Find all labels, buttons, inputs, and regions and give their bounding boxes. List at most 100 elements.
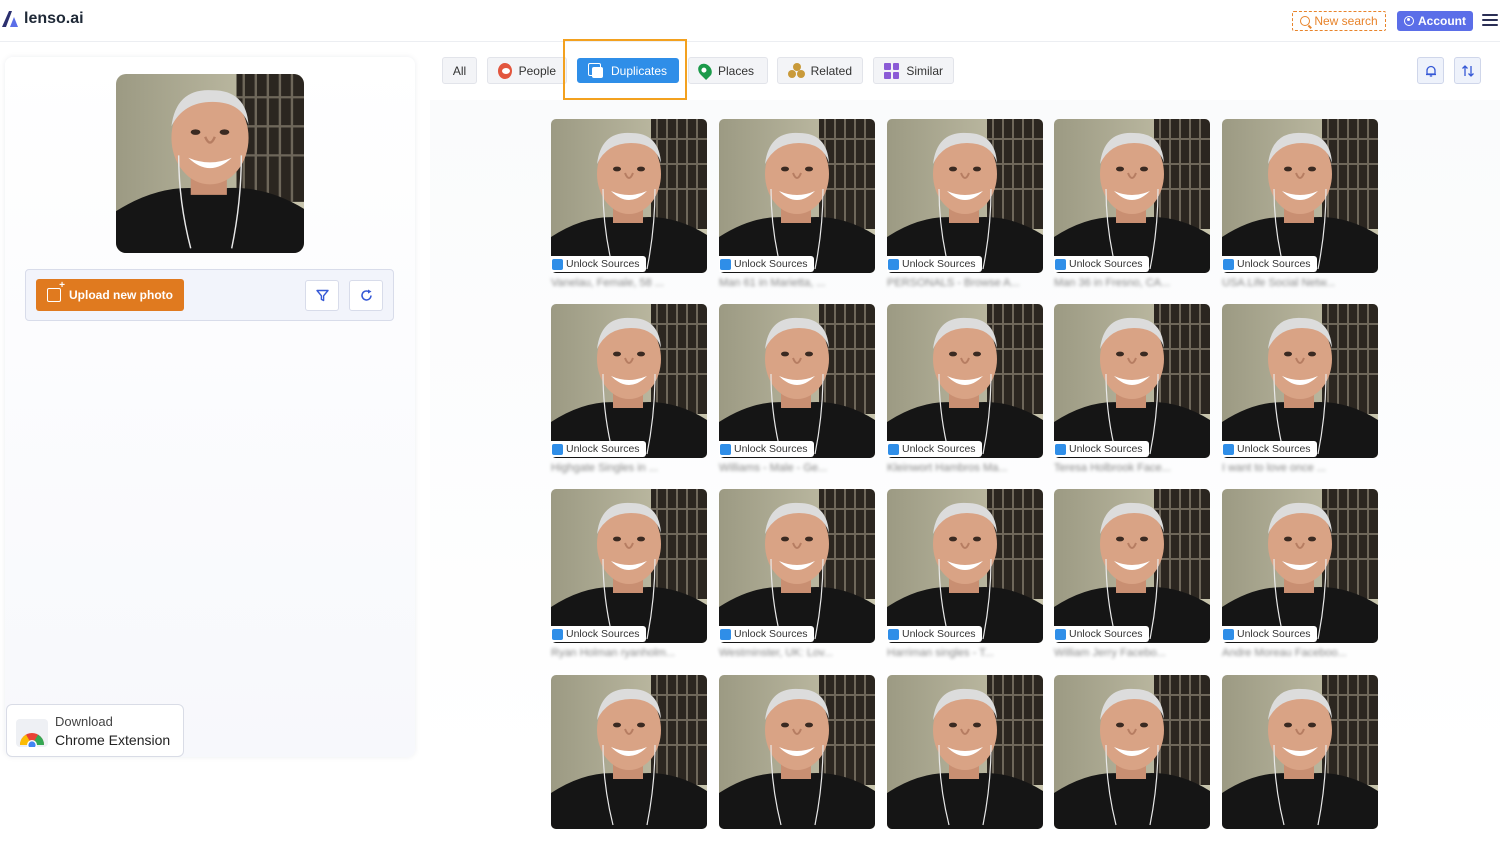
result-photo[interactable]: [1222, 675, 1378, 829]
result-card[interactable]: Unlock Sources Williams - Male - Ge...: [719, 304, 875, 479]
filter-button[interactable]: [305, 280, 339, 311]
unlock-sources-badge[interactable]: Unlock Sources: [1054, 441, 1149, 457]
result-card[interactable]: Unlock Sources William Jerry Facebo...: [1054, 489, 1210, 664]
unlock-sources-badge[interactable]: Unlock Sources: [1054, 256, 1149, 272]
duplicates-icon: [1223, 443, 1234, 455]
result-card[interactable]: [551, 675, 707, 850]
result-photo[interactable]: [1222, 489, 1378, 643]
result-card[interactable]: [887, 675, 1043, 850]
tab-similar[interactable]: Similar: [873, 57, 954, 84]
chrome-extension-banner[interactable]: Download Chrome Extension: [6, 704, 184, 757]
result-photo[interactable]: [551, 304, 707, 458]
result-photo[interactable]: [887, 489, 1043, 643]
unlock-sources-label: Unlock Sources: [566, 443, 640, 455]
result-photo[interactable]: [1054, 489, 1210, 643]
query-panel: Upload new photo: [5, 57, 415, 757]
person-photo-icon: [1222, 304, 1378, 458]
result-card[interactable]: [1054, 675, 1210, 850]
tab-related[interactable]: Related: [777, 57, 863, 84]
result-card[interactable]: Unlock Sources Westminster, UK: Lov...: [719, 489, 875, 664]
person-photo-icon: [551, 675, 707, 829]
unlock-sources-badge[interactable]: Unlock Sources: [887, 626, 982, 642]
result-photo[interactable]: [1054, 675, 1210, 829]
result-card[interactable]: Unlock Sources Man 61 in Marietta, ...: [719, 119, 875, 294]
refresh-icon: [360, 289, 372, 301]
result-card[interactable]: Unlock Sources Vanelau, Female, 58 ...: [551, 119, 707, 294]
result-photo[interactable]: [551, 675, 707, 829]
person-photo-icon: [1054, 675, 1210, 829]
unlock-sources-label: Unlock Sources: [1237, 628, 1311, 640]
unlock-sources-label: Unlock Sources: [566, 628, 640, 640]
sort-button[interactable]: [1454, 57, 1481, 84]
unlock-sources-badge[interactable]: Unlock Sources: [719, 626, 814, 642]
logo[interactable]: lenso.ai: [2, 10, 84, 28]
unlock-sources-label: Unlock Sources: [1069, 628, 1143, 640]
result-card[interactable]: [1222, 675, 1378, 850]
unlock-sources-badge[interactable]: Unlock Sources: [1054, 626, 1149, 642]
person-photo-icon: [1054, 304, 1210, 458]
result-card[interactable]: Unlock Sources Andre Moreau Faceboo...: [1222, 489, 1378, 664]
duplicates-icon: [888, 628, 899, 640]
duplicates-icon: [1223, 628, 1234, 640]
result-card[interactable]: Unlock Sources Man 36 in Fresno, CA...: [1054, 119, 1210, 294]
new-search-button[interactable]: New search: [1292, 11, 1386, 31]
unlock-sources-label: Unlock Sources: [902, 258, 976, 270]
tab-duplicates[interactable]: Duplicates: [577, 58, 679, 83]
unlock-sources-badge[interactable]: Unlock Sources: [551, 256, 646, 272]
hamburger-menu-icon[interactable]: [1482, 14, 1498, 26]
result-card[interactable]: Unlock Sources I want to love once ...: [1222, 304, 1378, 479]
result-photo[interactable]: [1054, 304, 1210, 458]
unlock-sources-label: Unlock Sources: [1237, 443, 1311, 455]
tab-places-label: Places: [718, 63, 755, 78]
tab-all[interactable]: All: [442, 57, 477, 84]
result-photo[interactable]: [1222, 304, 1378, 458]
result-photo[interactable]: [551, 489, 707, 643]
alert-button[interactable]: [1417, 57, 1444, 84]
upload-label: Upload new photo: [69, 288, 173, 302]
result-card[interactable]: Unlock Sources PERSONALS - Browse A...: [887, 119, 1043, 294]
result-card[interactable]: Unlock Sources Harriman singles - T...: [887, 489, 1043, 664]
unlock-sources-badge[interactable]: Unlock Sources: [719, 256, 814, 272]
result-photo[interactable]: [719, 119, 875, 273]
unlock-sources-label: Unlock Sources: [902, 443, 976, 455]
tab-places[interactable]: Places: [688, 57, 768, 84]
result-photo[interactable]: [887, 119, 1043, 273]
result-photo[interactable]: [1222, 119, 1378, 273]
result-card[interactable]: Unlock Sources Kleinwort Hambros Ma...: [887, 304, 1043, 479]
unlock-sources-badge[interactable]: Unlock Sources: [1222, 626, 1317, 642]
unlock-sources-badge[interactable]: Unlock Sources: [887, 256, 982, 272]
upload-new-photo-button[interactable]: Upload new photo: [36, 279, 184, 311]
unlock-sources-badge[interactable]: Unlock Sources: [1222, 256, 1317, 272]
unlock-sources-badge[interactable]: Unlock Sources: [551, 626, 646, 642]
result-photo[interactable]: [551, 119, 707, 273]
sort-icon: [1461, 64, 1474, 77]
person-photo-icon: [719, 489, 875, 643]
unlock-sources-badge[interactable]: Unlock Sources: [719, 441, 814, 457]
unlock-sources-badge[interactable]: Unlock Sources: [1222, 441, 1317, 457]
similar-icon: [884, 62, 900, 79]
result-photo[interactable]: [887, 304, 1043, 458]
result-card[interactable]: Unlock Sources USA.Life Social Netw...: [1222, 119, 1378, 294]
result-photo[interactable]: [719, 304, 875, 458]
refresh-button[interactable]: [349, 280, 383, 311]
result-photo[interactable]: [719, 675, 875, 829]
result-caption: Ryan Holman ryanholm...: [551, 647, 676, 659]
result-card[interactable]: Unlock Sources Highgate Singles in ...: [551, 304, 707, 479]
unlock-sources-label: Unlock Sources: [1069, 258, 1143, 270]
result-photo[interactable]: [1054, 119, 1210, 273]
result-card[interactable]: Unlock Sources Ryan Holman ryanholm...: [551, 489, 707, 664]
unlock-sources-badge[interactable]: Unlock Sources: [887, 441, 982, 457]
result-caption: Vanelau, Female, 58 ...: [551, 277, 664, 289]
duplicates-icon: [552, 628, 563, 640]
result-photo[interactable]: [887, 675, 1043, 829]
unlock-sources-label: Unlock Sources: [734, 628, 808, 640]
chrome-ext-line2: Chrome Extension: [55, 732, 171, 748]
result-caption: Kleinwort Hambros Ma...: [887, 462, 1008, 474]
result-photo[interactable]: [719, 489, 875, 643]
tab-people[interactable]: People: [487, 57, 567, 84]
result-card[interactable]: Unlock Sources Teresa Holbrook Face...: [1054, 304, 1210, 479]
new-search-label: New search: [1314, 14, 1378, 28]
unlock-sources-badge[interactable]: Unlock Sources: [551, 441, 646, 457]
account-button[interactable]: Account: [1397, 11, 1473, 31]
result-card[interactable]: [719, 675, 875, 850]
